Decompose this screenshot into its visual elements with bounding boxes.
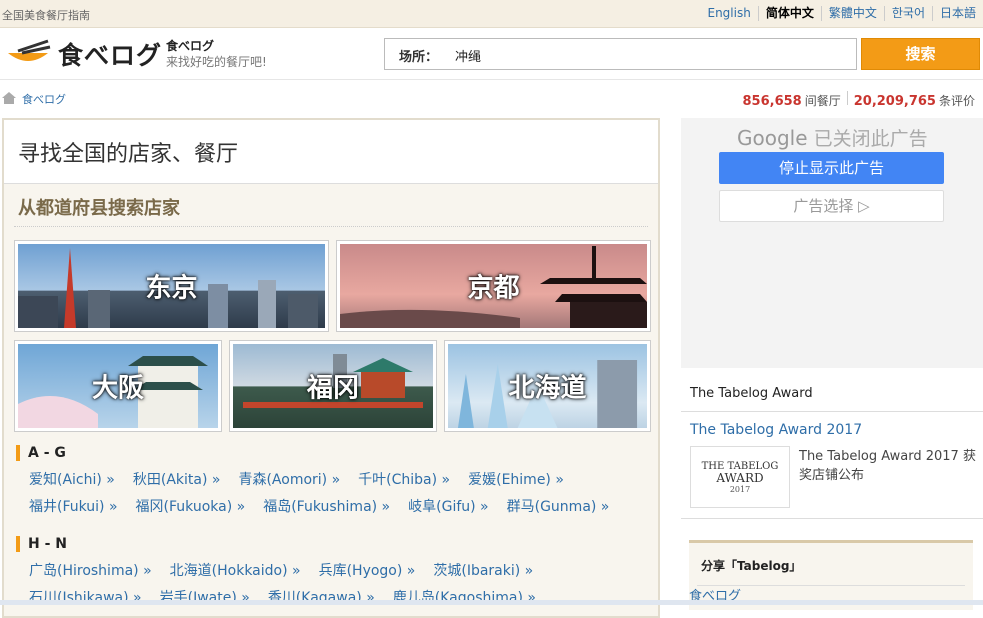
city-name-fukuoka: 福冈 [306,373,359,404]
sidebar: Google 已关闭此广告 停止显示此广告 广告选择 ▷ [681,118,983,368]
main-title-bar: 寻找全国的店家、餐厅 [4,120,658,184]
prefecture-link[interactable]: 福井(Fukui) » [29,497,118,524]
award-logo-line2: AWARD [716,471,764,485]
stats-divider [846,91,848,105]
home-icon[interactable] [2,92,16,104]
ad-choice-button[interactable]: 广告选择 ▷ [719,190,944,222]
prefecture-link[interactable]: 千叶(Chiba) » [358,470,450,497]
adchoices-icon: ▷ [858,197,870,215]
lang-korean[interactable]: 한국어 [883,6,932,21]
search-label: 场所： [399,50,439,65]
review-unit: 条评价 [938,94,975,108]
tokyo-skyline-image: 东京 [18,244,325,328]
site-logo[interactable]: 食べログ [4,36,162,72]
breadcrumb: 食べログ 856,658 间餐厅 20,209,765 条评价 [0,86,983,110]
ad-box: Google 已关闭此广告 停止显示此广告 广告选择 ▷ [681,118,983,368]
lang-simplified-chinese[interactable]: 简体中文 [757,6,821,21]
section-title: 从都道府县搜索店家 [18,198,180,219]
city-card-hokkaido[interactable]: 北海道 [444,340,651,432]
osaka-castle-image: 大阪 [18,344,218,428]
restaurant-count: 856,658 [742,94,802,109]
kyoto-pagoda-image: 京都 [340,244,647,328]
divider [14,226,648,227]
prefecture-link[interactable]: 北海道(Hokkaido) » [170,561,301,588]
city-name-tokyo: 东京 [145,273,198,304]
award-logo-image[interactable]: THE TABELOG AWARD 2017 [690,446,790,508]
page-title: 寻找全国的店家、餐厅 [18,142,239,167]
award-logo-year: 2017 [729,485,751,494]
prefecture-link[interactable]: 群马(Gunma) » [507,497,610,524]
google-logo: Google [737,126,808,150]
prefecture-link[interactable]: 秋田(Akita) » [133,470,221,497]
hokkaido-snow-festival-image: 北海道 [448,344,647,428]
city-name-hokkaido: 北海道 [508,373,587,404]
language-switcher: English 简体中文 繁體中文 한국어 日本語 [700,6,983,21]
restaurant-unit: 间餐厅 [804,94,841,108]
ad-closed-notice: Google 已关闭此广告 [737,124,928,151]
header: 食べログ 食べログ 来找好吃的餐厅吧! 场所： 冲绳 搜索 [0,28,983,80]
lang-english[interactable]: English [700,6,757,21]
site-stats: 856,658 间餐厅 20,209,765 条评价 [742,91,975,109]
lang-japanese[interactable]: 日本語 [931,6,983,21]
stop-ad-button[interactable]: 停止显示此广告 [719,152,944,184]
ad-choice-label: 广告选择 [793,197,854,215]
prefecture-link[interactable]: 岐阜(Gifu) » [408,497,488,524]
prefecture-link[interactable]: 爱知(Aichi) » [29,470,115,497]
award-heading: The Tabelog Award [681,386,983,412]
city-name-osaka: 大阪 [91,373,144,404]
fukuoka-pavilion-image: 福冈 [233,344,433,428]
slogan-title: 食べログ [166,39,215,53]
city-card-osaka[interactable]: 大阪 [14,340,222,432]
lang-traditional-chinese[interactable]: 繁體中文 [820,6,884,21]
prefecture-link[interactable]: 福岛(Fukushima) » [263,497,390,524]
city-card-tokyo[interactable]: 东京 [14,240,329,332]
share-title: 分享「Tabelog」 [701,559,802,573]
prefecture-link[interactable]: 茨城(Ibaraki) » [433,561,533,588]
main-panel: 寻找全国的店家、餐厅 从都道府县搜索店家 东京 京都 大阪 福冈 北海道 A -… [2,118,660,618]
site-tagline: 全国美食餐厅指南 [2,9,90,22]
slogan-subtitle: 来找好吃的餐厅吧! [166,55,267,69]
review-count: 20,209,765 [853,94,936,109]
city-name-kyoto: 京都 [467,273,520,304]
award-description: The Tabelog Award 2017 获奖店铺公布 [799,449,976,483]
award-link[interactable]: The Tabelog Award 2017 [690,422,862,438]
chopsticks-bowl-icon [8,39,51,61]
prefecture-list-a-g: 爱知(Aichi) » 秋田(Akita) » 青森(Aomori) » 千叶(… [29,470,649,524]
horizontal-scrollbar[interactable] [0,600,983,605]
breadcrumb-home-link[interactable]: 食べログ [22,91,66,107]
slogan: 食べログ 来找好吃的餐厅吧! [166,38,267,70]
city-card-fukuoka[interactable]: 福冈 [229,340,437,432]
award-divider [681,518,983,519]
group-heading-h-n: H - N [16,536,67,552]
search-button[interactable]: 搜索 [861,38,980,70]
prefecture-list-h-n: 广岛(Hiroshima) » 北海道(Hokkaido) » 兵库(Hyogo… [29,561,649,615]
group-heading-a-g: A - G [16,445,66,461]
search-input[interactable]: 冲绳 [455,46,481,65]
prefecture-link[interactable]: 爱媛(Ehime) » [468,470,564,497]
city-card-kyoto[interactable]: 京都 [336,240,651,332]
search-box[interactable]: 场所： 冲绳 [384,38,857,70]
top-bar: 全国美食餐厅指南 English 简体中文 繁體中文 한국어 日本語 [0,0,983,28]
prefecture-link[interactable]: 兵库(Hyogo) » [319,561,416,588]
prefecture-link[interactable]: 青森(Aomori) » [238,470,340,497]
logo-text: 食べログ [58,41,163,70]
ad-closed-text: 已关闭此广告 [813,128,928,150]
prefecture-link[interactable]: 广岛(Hiroshima) » [29,561,152,588]
prefecture-link[interactable]: 福冈(Fukuoka) » [136,497,246,524]
